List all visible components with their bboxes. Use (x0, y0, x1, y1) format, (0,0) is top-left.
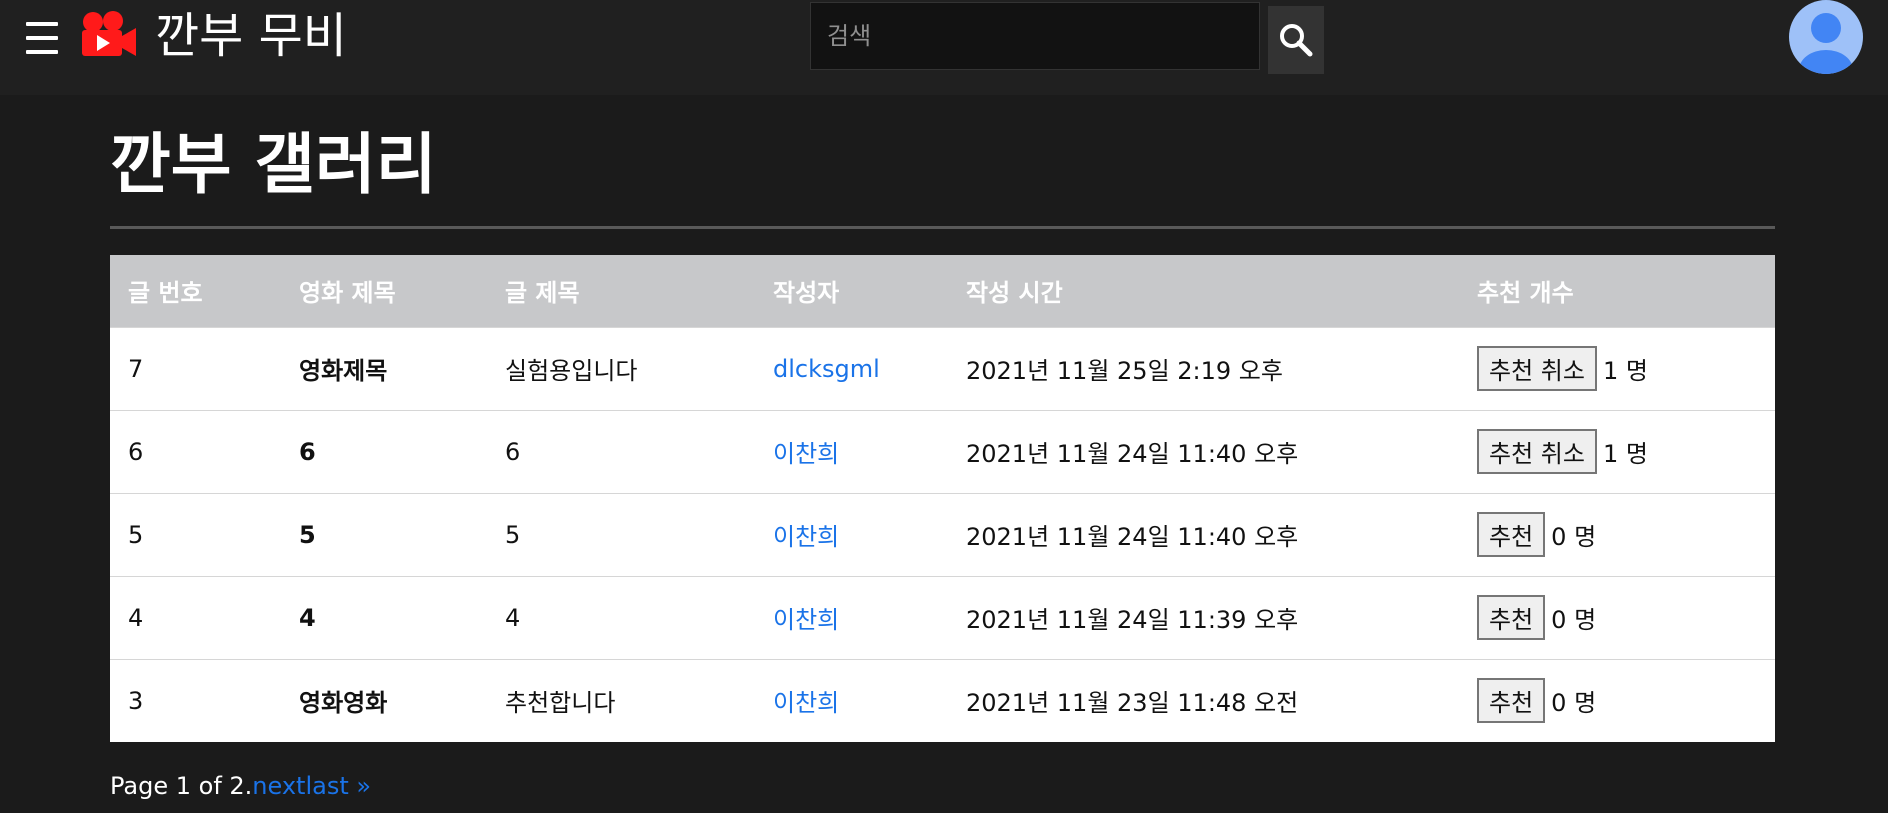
author-link[interactable]: dlcksgml (755, 327, 948, 410)
post-title[interactable]: 추천합니다 (487, 659, 755, 742)
recommend-count: 1 명 (1602, 440, 1648, 468)
movie-title: 4 (299, 603, 316, 632)
post-title[interactable]: 실험용입니다 (487, 327, 755, 410)
created-time: 2021년 11월 24일 11:40 오후 (966, 523, 1299, 551)
table-row[interactable]: 5 5 5 이찬희 2021년 11월 24일 11:40 오후 추천 0 명 (110, 493, 1775, 576)
created-time: 2021년 11월 24일 11:39 오후 (966, 606, 1299, 634)
post-title[interactable]: 4 (487, 576, 755, 659)
page-info: Page 1 of 2. (110, 772, 253, 800)
header-post-number: 글 번호 (128, 279, 203, 308)
page-title: 깐부 갤러리 (110, 126, 437, 203)
movie-title: 5 (299, 520, 316, 549)
recommend-button[interactable]: 추천 취소 (1477, 429, 1597, 474)
post-number: 3 (128, 686, 144, 715)
recommend-cell: 추천 0 명 (1459, 493, 1775, 576)
author-link[interactable]: 이찬희 (755, 576, 948, 659)
header-created-time: 작성 시간 (966, 279, 1063, 308)
user-avatar[interactable] (1789, 0, 1863, 74)
recommend-count: 0 명 (1551, 689, 1597, 718)
author-link[interactable]: 이찬희 (755, 659, 948, 742)
post-title[interactable]: 5 (487, 493, 755, 576)
title-divider (110, 226, 1775, 229)
header-movie-title: 영화 제목 (299, 279, 396, 308)
top-navigation-bar: 깐부 무비 (0, 0, 1888, 95)
recommend-count: 0 명 (1551, 523, 1597, 551)
movie-title: 영화영화 (299, 689, 388, 718)
recommend-button[interactable]: 추천 (1477, 512, 1546, 557)
post-number: 5 (128, 520, 144, 549)
movie-title: 6 (299, 437, 316, 466)
author-link[interactable]: 이찬희 (755, 493, 948, 576)
recommend-cell: 추천 0 명 (1459, 576, 1775, 659)
post-number: 6 (128, 437, 144, 466)
user-avatar-icon (1799, 13, 1853, 74)
recommend-cell: 추천 취소 1 명 (1459, 327, 1775, 410)
header-post-title: 글 제목 (505, 279, 580, 308)
recommend-count: 1 명 (1602, 357, 1648, 385)
pagination: Page 1 of 2.nextlast » (110, 770, 371, 802)
post-number: 7 (128, 354, 144, 383)
movie-title: 영화제목 (299, 357, 388, 385)
search-input[interactable] (810, 2, 1260, 70)
search-button[interactable] (1268, 6, 1324, 74)
last-page-link[interactable]: last » (305, 772, 371, 800)
recommend-button[interactable]: 추천 (1477, 595, 1546, 640)
post-title[interactable]: 6 (487, 410, 755, 493)
recommend-button[interactable]: 추천 취소 (1477, 346, 1597, 391)
brand-title[interactable]: 깐부 무비 (155, 8, 347, 64)
header-recommend-count: 추천 개수 (1477, 279, 1574, 308)
search-icon (1280, 24, 1313, 57)
header-author: 작성자 (773, 279, 840, 308)
recommend-cell: 추천 0 명 (1459, 659, 1775, 742)
created-time: 2021년 11월 23일 11:48 오전 (966, 689, 1299, 718)
table-header-row: 글 번호 영화 제목 글 제목 작성자 작성 시간 추천 개수 (110, 255, 1775, 327)
created-time: 2021년 11월 25일 2:19 오후 (966, 357, 1283, 385)
post-number: 4 (128, 603, 144, 632)
table-row[interactable]: 6 6 6 이찬희 2021년 11월 24일 11:40 오후 추천 취소 1 … (110, 410, 1775, 493)
menu-icon[interactable] (24, 20, 60, 56)
recommend-button[interactable]: 추천 (1477, 678, 1546, 724)
table-row[interactable]: 7 영화제목 실험용입니다 dlcksgml 2021년 11월 25일 2:1… (110, 327, 1775, 410)
author-link[interactable]: 이찬희 (755, 410, 948, 493)
table-row[interactable]: 4 4 4 이찬희 2021년 11월 24일 11:39 오후 추천 0 명 (110, 576, 1775, 659)
gallery-table: 글 번호 영화 제목 글 제목 작성자 작성 시간 추천 개수 7 영화제목 실… (110, 255, 1775, 742)
recommend-count: 0 명 (1551, 606, 1597, 634)
next-page-link[interactable]: next (252, 772, 305, 800)
recommend-cell: 추천 취소 1 명 (1459, 410, 1775, 493)
table-row[interactable]: 3 영화영화 추천합니다 이찬희 2021년 11월 23일 11:48 오전 … (110, 659, 1775, 742)
created-time: 2021년 11월 24일 11:40 오후 (966, 440, 1299, 468)
movie-camera-icon[interactable] (80, 10, 138, 58)
